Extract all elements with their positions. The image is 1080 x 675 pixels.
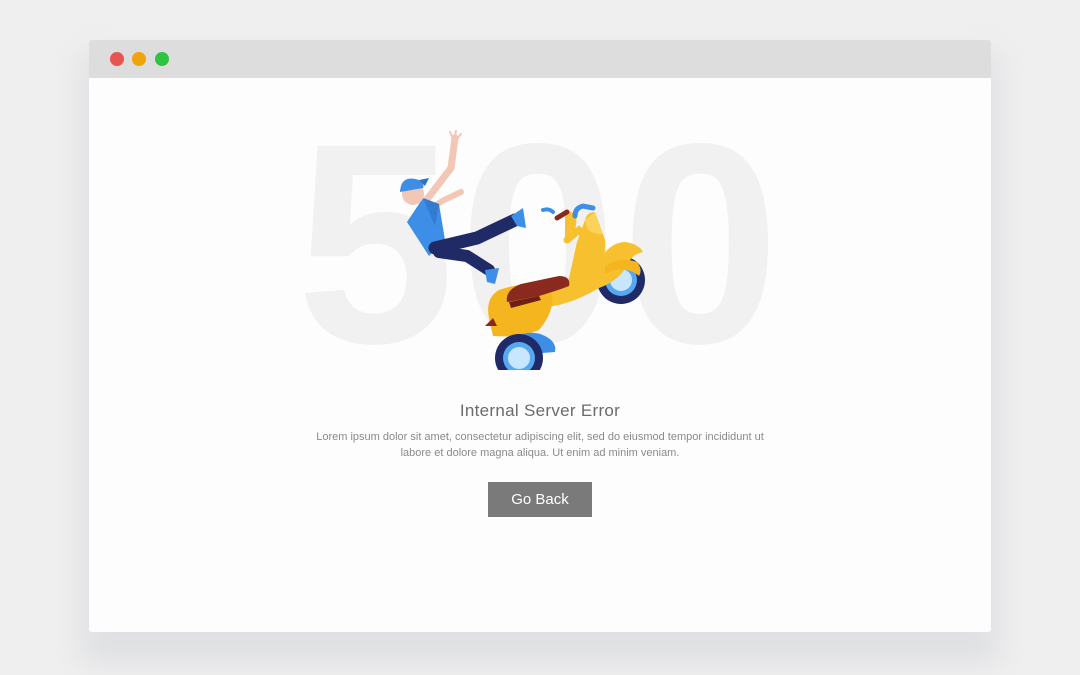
maximize-window-button[interactable] [155,52,169,66]
close-window-button[interactable] [110,52,124,66]
error-title: Internal Server Error [459,401,621,420]
scooter [485,203,645,370]
minimize-window-button[interactable] [132,52,146,66]
scooter-crash-illustration [400,130,645,370]
window-titlebar [89,40,991,78]
browser-window: 500 Internal Server Error Lorem ipsum do… [89,40,991,632]
go-back-button[interactable]: Go Back [488,482,592,517]
error-description: Lorem ipsum dolor sit amet, consectetur … [316,431,764,459]
courier-figure [400,130,526,284]
